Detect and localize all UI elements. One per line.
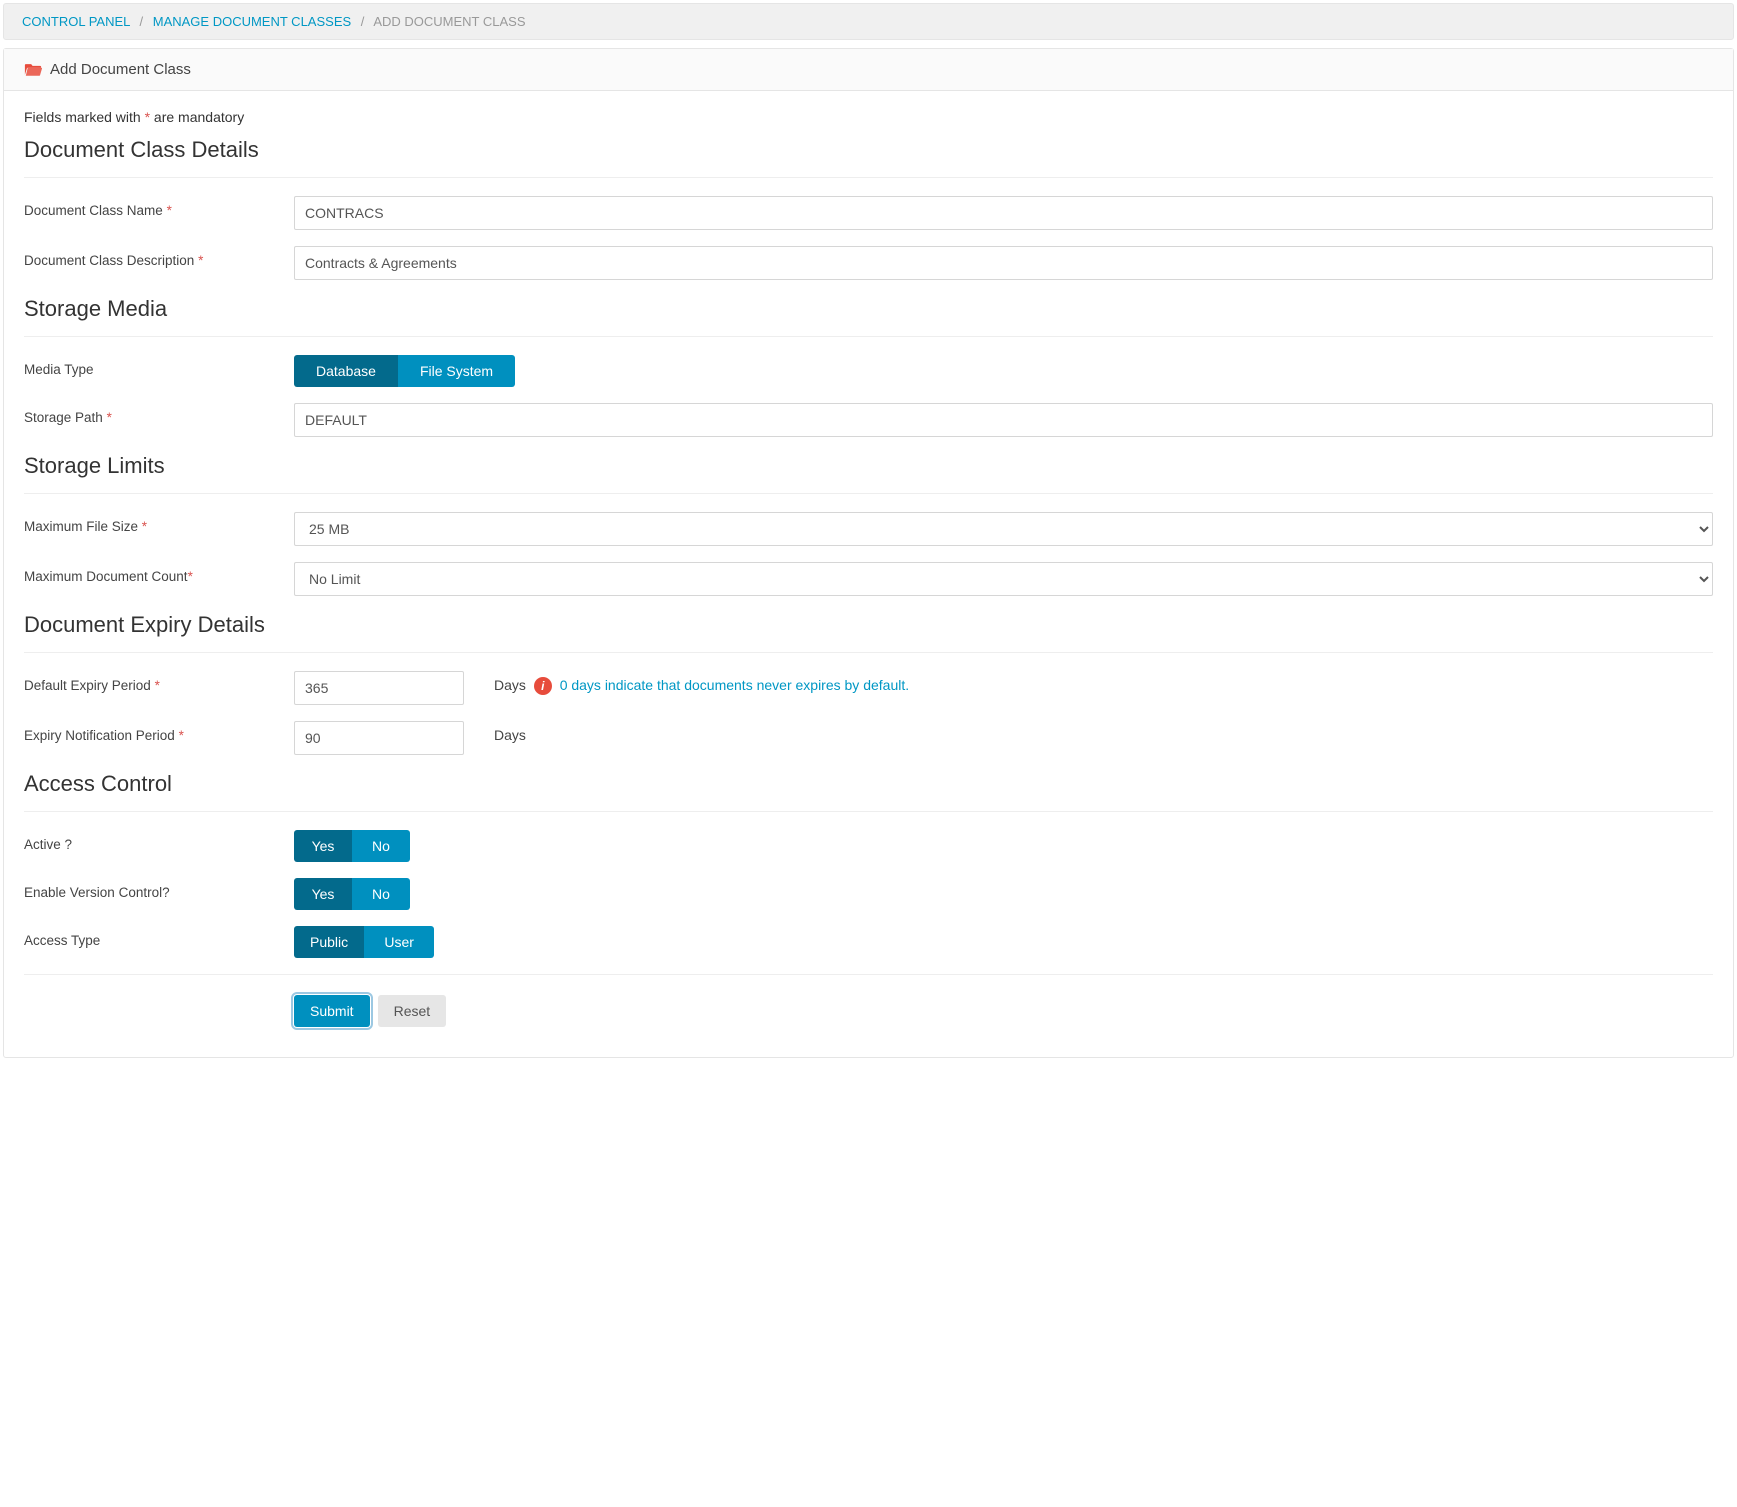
section-title-expiry: Document Expiry Details bbox=[24, 612, 1713, 638]
active-toggle: Yes No bbox=[294, 830, 410, 862]
expiry-help-text: 0 days indicate that documents never exp… bbox=[560, 677, 909, 693]
breadcrumb-separator: / bbox=[361, 14, 365, 29]
label-storage-path: Storage Path * bbox=[24, 403, 274, 425]
label-enable-version-control: Enable Version Control? bbox=[24, 878, 274, 900]
access-type-public-button[interactable]: Public bbox=[294, 926, 364, 958]
action-divider bbox=[24, 974, 1713, 975]
notify-expiry-help: Days bbox=[494, 721, 1713, 743]
mandatory-note: Fields marked with * are mandatory bbox=[24, 109, 1713, 125]
submit-button[interactable]: Submit bbox=[294, 995, 370, 1027]
panel-title: Add Document Class bbox=[50, 61, 191, 78]
section-title-access-control: Access Control bbox=[24, 771, 1713, 797]
storage-path-input[interactable] bbox=[294, 403, 1713, 437]
breadcrumb-current: ADD DOCUMENT CLASS bbox=[373, 14, 525, 29]
label-default-expiry-period: Default Expiry Period * bbox=[24, 671, 274, 693]
breadcrumb-link-control-panel[interactable]: CONTROL PANEL bbox=[22, 14, 130, 29]
panel-header: Add Document Class bbox=[4, 49, 1733, 91]
label-document-class-name: Document Class Name * bbox=[24, 196, 274, 218]
unit-days: Days bbox=[494, 727, 526, 743]
section-divider bbox=[24, 493, 1713, 494]
info-icon: i bbox=[534, 677, 552, 695]
media-type-database-button[interactable]: Database bbox=[294, 355, 398, 387]
label-active: Active ? bbox=[24, 830, 274, 852]
default-expiry-help: Days i 0 days indicate that documents ne… bbox=[494, 671, 1713, 695]
breadcrumb-link-manage-document-classes[interactable]: MANAGE DOCUMENT CLASSES bbox=[153, 14, 351, 29]
section-divider bbox=[24, 177, 1713, 178]
form-action-bar: Submit Reset bbox=[294, 989, 1713, 1047]
media-type-filesystem-button[interactable]: File System bbox=[398, 355, 515, 387]
breadcrumb: CONTROL PANEL / MANAGE DOCUMENT CLASSES … bbox=[3, 3, 1734, 40]
label-maximum-document-count: Maximum Document Count* bbox=[24, 562, 274, 584]
default-expiry-period-input[interactable] bbox=[294, 671, 464, 705]
active-yes-button[interactable]: Yes bbox=[294, 830, 352, 862]
maximum-file-size-select[interactable]: 25 MB bbox=[294, 512, 1713, 546]
folder-open-icon bbox=[24, 62, 42, 77]
active-no-button[interactable]: No bbox=[352, 830, 410, 862]
section-title-storage-limits: Storage Limits bbox=[24, 453, 1713, 479]
maximum-document-count-select[interactable]: No Limit bbox=[294, 562, 1713, 596]
expiry-notification-period-input[interactable] bbox=[294, 721, 464, 755]
label-media-type: Media Type bbox=[24, 355, 274, 377]
section-divider bbox=[24, 336, 1713, 337]
panel-add-document-class: Add Document Class Fields marked with * … bbox=[3, 48, 1734, 1058]
label-expiry-notification-period: Expiry Notification Period * bbox=[24, 721, 274, 743]
label-maximum-file-size: Maximum File Size * bbox=[24, 512, 274, 534]
section-divider bbox=[24, 811, 1713, 812]
document-class-description-input[interactable] bbox=[294, 246, 1713, 280]
label-access-type: Access Type bbox=[24, 926, 274, 948]
section-title-details: Document Class Details bbox=[24, 137, 1713, 163]
access-type-user-button[interactable]: User bbox=[364, 926, 434, 958]
unit-days: Days bbox=[494, 677, 526, 693]
label-document-class-description: Document Class Description * bbox=[24, 246, 274, 268]
section-divider bbox=[24, 652, 1713, 653]
section-title-storage-media: Storage Media bbox=[24, 296, 1713, 322]
breadcrumb-separator: / bbox=[140, 14, 144, 29]
reset-button[interactable]: Reset bbox=[378, 995, 447, 1027]
access-type-toggle: Public User bbox=[294, 926, 434, 958]
version-control-toggle: Yes No bbox=[294, 878, 410, 910]
version-yes-button[interactable]: Yes bbox=[294, 878, 352, 910]
media-type-toggle: Database File System bbox=[294, 355, 515, 387]
document-class-name-input[interactable] bbox=[294, 196, 1713, 230]
version-no-button[interactable]: No bbox=[352, 878, 410, 910]
